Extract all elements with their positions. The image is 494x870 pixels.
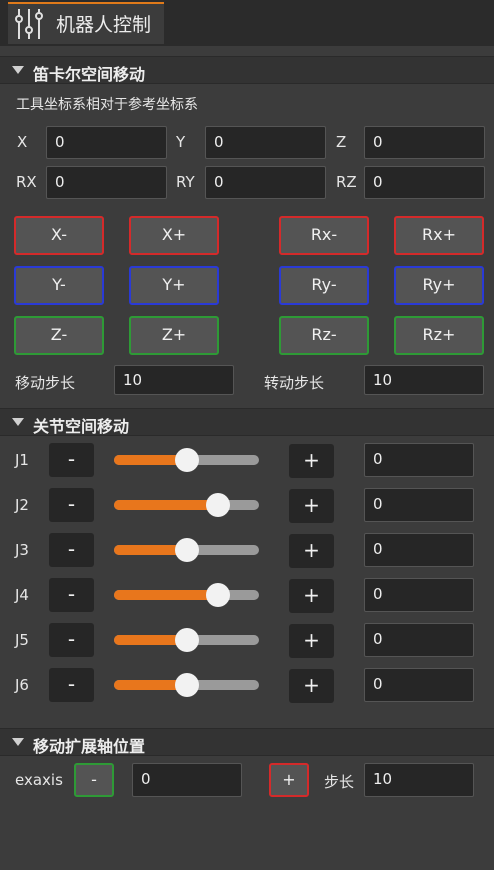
joint-slider[interactable] <box>114 673 259 697</box>
coord-field-y[interactable]: 0 <box>205 126 326 159</box>
exaxis-plus-button[interactable]: + <box>269 763 309 797</box>
joint-minus-button[interactable]: - <box>49 488 94 522</box>
joint-plus-button[interactable]: + <box>289 444 334 478</box>
rx-plus-button[interactable]: Rx+ <box>394 216 484 255</box>
section-title: 关节空间移动 <box>33 417 130 436</box>
ry-minus-button[interactable]: Ry- <box>279 266 369 305</box>
joint-slider[interactable] <box>114 628 259 652</box>
rotate-step-label: 转动步长 <box>264 374 325 392</box>
tab-title: 机器人控制 <box>56 14 152 36</box>
exaxis-step-field[interactable]: 10 <box>364 763 474 797</box>
joint-label: J6 <box>15 676 29 694</box>
move-step-field[interactable]: 10 <box>114 365 234 395</box>
joint-slider-fill <box>114 500 219 510</box>
triangle-down-icon <box>12 738 24 746</box>
joint-plus-button[interactable]: + <box>289 534 334 568</box>
joint-plus-button[interactable]: + <box>289 624 334 658</box>
joint-slider-handle[interactable] <box>206 493 231 517</box>
section-title: 移动扩展轴位置 <box>33 737 146 756</box>
joint-minus-button[interactable]: - <box>49 668 94 702</box>
section-cartesian-header[interactable]: 笛卡尔空间移动 <box>0 56 494 84</box>
coord-label-ry: RY <box>176 173 195 191</box>
x-minus-button[interactable]: X- <box>14 216 104 255</box>
move-step-label: 移动步长 <box>15 374 76 392</box>
y-plus-button[interactable]: Y+ <box>129 266 219 305</box>
joint-label: J4 <box>15 586 29 604</box>
exaxis-minus-button[interactable]: - <box>74 763 114 797</box>
joint-slider-fill <box>114 590 219 600</box>
joint-slider-handle[interactable] <box>174 628 199 652</box>
z-minus-button[interactable]: Z- <box>14 316 104 355</box>
coord-field-rz[interactable]: 0 <box>364 166 485 199</box>
joint-minus-button[interactable]: - <box>49 443 94 477</box>
joint-label: J5 <box>15 631 29 649</box>
frame-caption: 工具坐标系相对于参考坐标系 <box>16 97 198 113</box>
z-plus-button[interactable]: Z+ <box>129 316 219 355</box>
coord-label-rz: RZ <box>336 173 357 191</box>
rz-plus-button[interactable]: Rz+ <box>394 316 484 355</box>
joint-slider[interactable] <box>114 493 259 517</box>
joint-label: J3 <box>15 541 29 559</box>
ry-plus-button[interactable]: Ry+ <box>394 266 484 305</box>
joint-value-field[interactable]: 0 <box>364 668 474 702</box>
joint-slider-handle[interactable] <box>174 448 199 472</box>
joint-slider[interactable] <box>114 583 259 607</box>
triangle-down-icon <box>12 66 24 74</box>
coord-field-ry[interactable]: 0 <box>205 166 326 199</box>
coord-label-y: Y <box>176 133 186 151</box>
joint-minus-button[interactable]: - <box>49 533 94 567</box>
joint-slider-handle[interactable] <box>206 583 231 607</box>
joint-value-field[interactable]: 0 <box>364 578 474 612</box>
joint-slider-handle[interactable] <box>174 538 199 562</box>
exaxis-label: exaxis <box>15 771 63 789</box>
joint-value-field[interactable]: 0 <box>364 443 474 477</box>
coord-field-x[interactable]: 0 <box>46 126 167 159</box>
rz-minus-button[interactable]: Rz- <box>279 316 369 355</box>
joint-minus-button[interactable]: - <box>49 578 94 612</box>
rotate-step-field[interactable]: 10 <box>364 365 484 395</box>
joint-slider[interactable] <box>114 448 259 472</box>
joint-value-field[interactable]: 0 <box>364 488 474 522</box>
joint-plus-button[interactable]: + <box>289 669 334 703</box>
coord-label-x: X <box>17 133 28 151</box>
x-plus-button[interactable]: X+ <box>129 216 219 255</box>
exaxis-value-field[interactable]: 0 <box>132 763 242 797</box>
coord-label-z: Z <box>336 133 347 151</box>
section-title: 笛卡尔空间移动 <box>33 65 146 84</box>
rx-minus-button[interactable]: Rx- <box>279 216 369 255</box>
joint-label: J2 <box>15 496 29 514</box>
joint-value-field[interactable]: 0 <box>364 623 474 657</box>
y-minus-button[interactable]: Y- <box>14 266 104 305</box>
joint-plus-button[interactable]: + <box>289 489 334 523</box>
coord-field-z[interactable]: 0 <box>364 126 485 159</box>
exaxis-step-label: 步长 <box>324 773 355 791</box>
section-joint-header[interactable]: 关节空间移动 <box>0 408 494 436</box>
joint-plus-button[interactable]: + <box>289 579 334 613</box>
coord-label-rx: RX <box>16 173 37 191</box>
joint-label: J1 <box>15 451 29 469</box>
sliders-icon <box>15 9 43 39</box>
joint-value-field[interactable]: 0 <box>364 533 474 567</box>
triangle-down-icon <box>12 418 24 426</box>
section-exaxis-header[interactable]: 移动扩展轴位置 <box>0 728 494 756</box>
joint-slider[interactable] <box>114 538 259 562</box>
joint-slider-handle[interactable] <box>174 673 199 697</box>
joint-minus-button[interactable]: - <box>49 623 94 657</box>
coord-field-rx[interactable]: 0 <box>46 166 167 199</box>
